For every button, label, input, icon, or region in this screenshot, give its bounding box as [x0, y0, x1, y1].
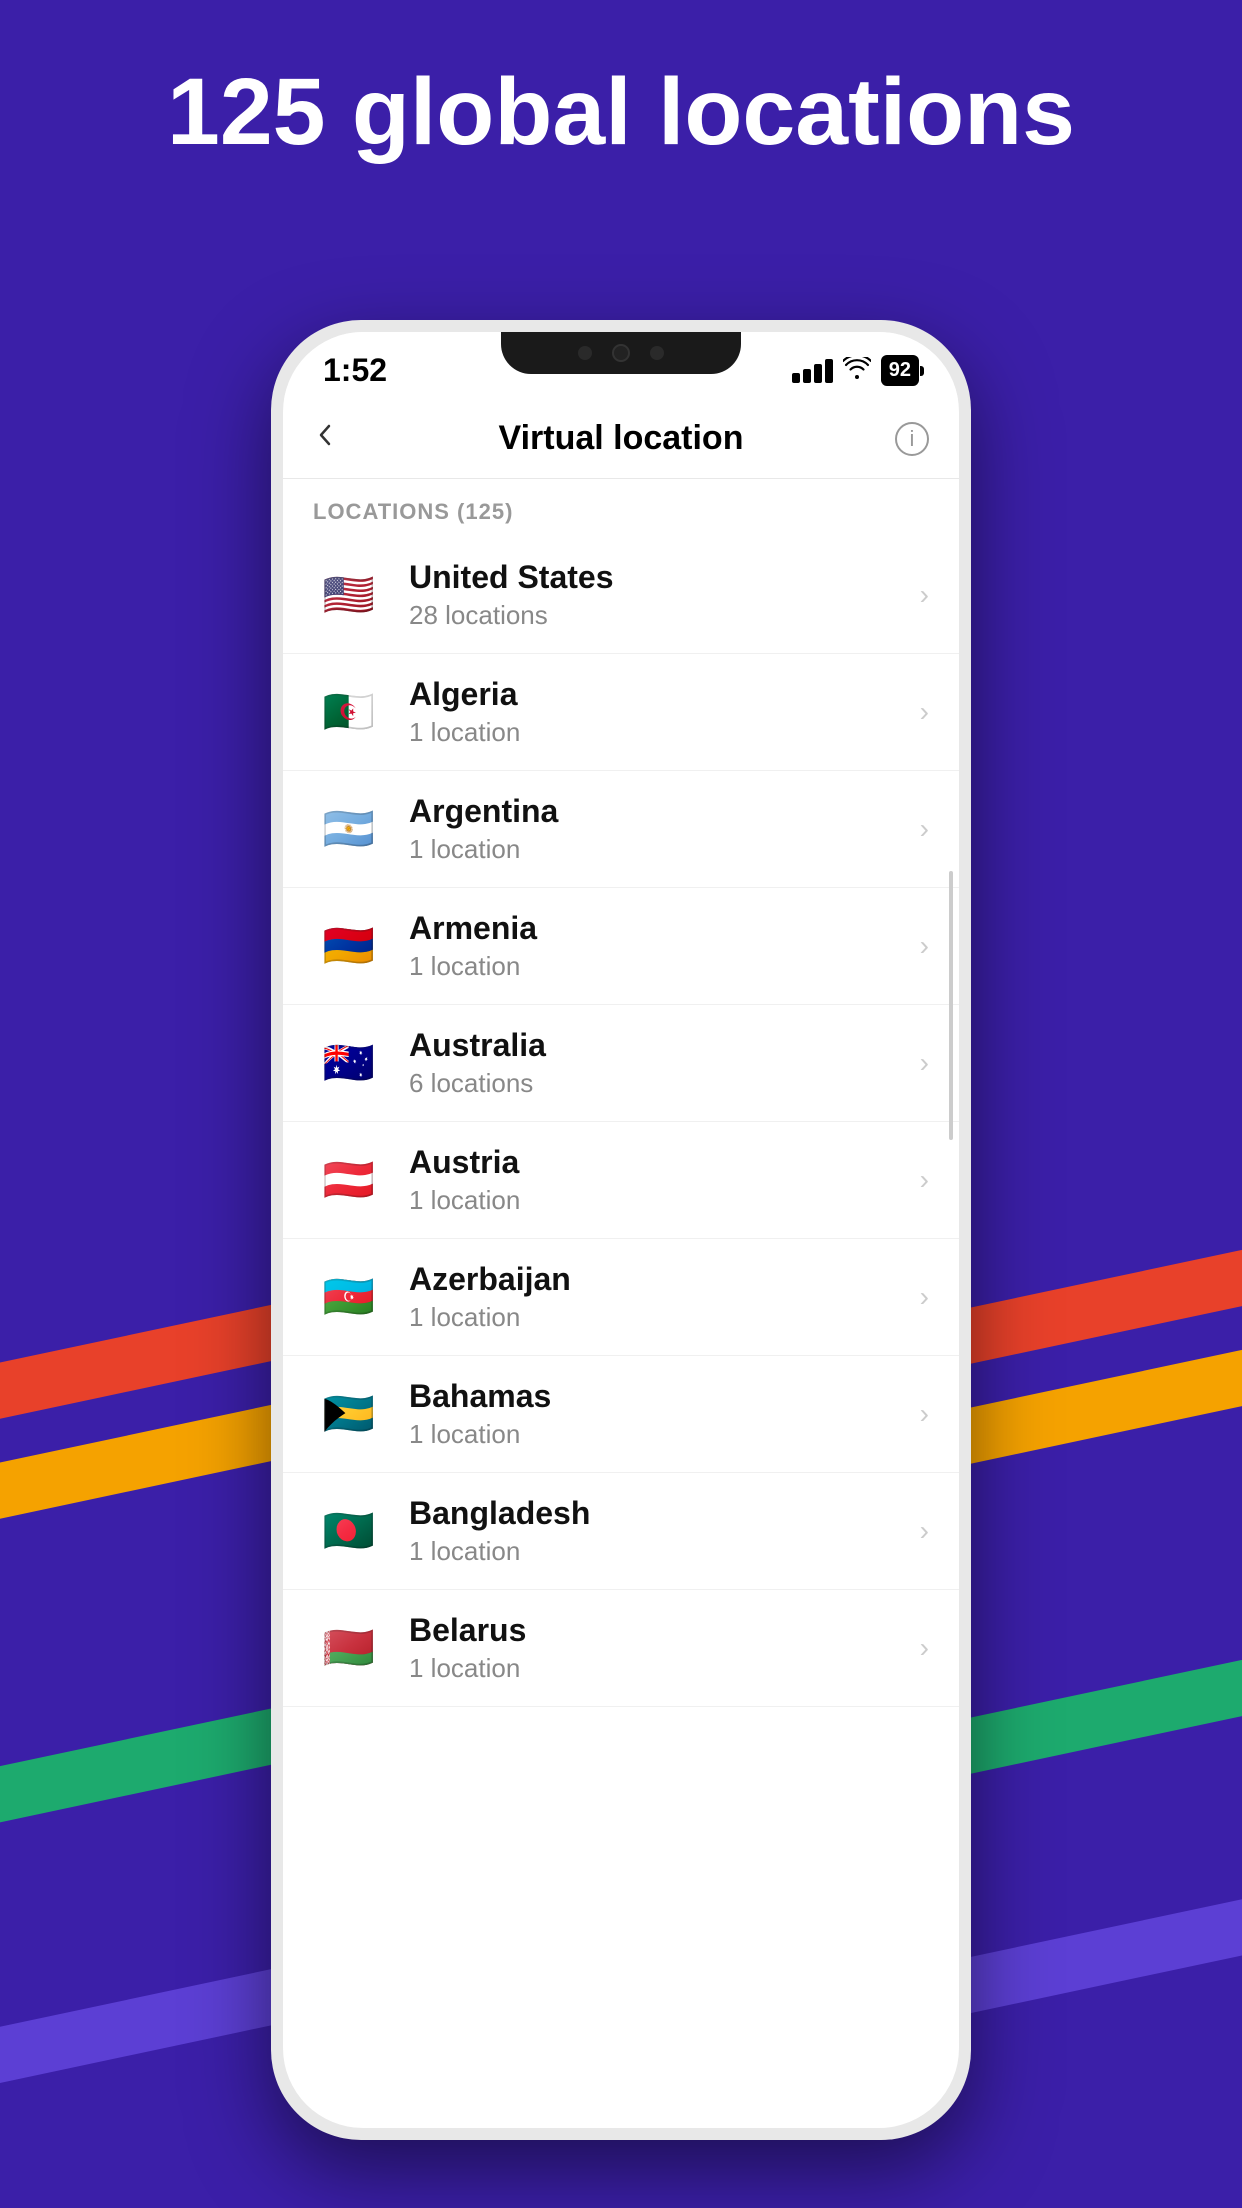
chevron-right-icon: ›: [920, 696, 929, 728]
location-count: 1 location: [409, 1302, 920, 1333]
phone-notch: [501, 332, 741, 374]
list-item[interactable]: 🇧🇸 Bahamas 1 location ›: [283, 1356, 959, 1473]
notch-dot-right: [650, 346, 664, 360]
flag-icon: 🇦🇲: [313, 910, 385, 982]
hero-title: 125 global locations: [0, 60, 1242, 165]
status-time: 1:52: [323, 352, 387, 389]
flag-icon: 🇦🇹: [313, 1144, 385, 1216]
list-item[interactable]: 🇦🇹 Austria 1 location ›: [283, 1122, 959, 1239]
location-name: Belarus: [409, 1612, 920, 1649]
location-count: 1 location: [409, 951, 920, 982]
list-item[interactable]: 🇩🇿 Algeria 1 location ›: [283, 654, 959, 771]
location-name: Austria: [409, 1144, 920, 1181]
section-header: LOCATIONS (125): [283, 479, 959, 537]
location-info: United States 28 locations: [409, 559, 920, 631]
location-info: Azerbaijan 1 location: [409, 1261, 920, 1333]
list-item[interactable]: 🇦🇲 Armenia 1 location ›: [283, 888, 959, 1005]
wifi-icon: [843, 355, 871, 386]
notch-camera: [612, 344, 630, 362]
location-info: Australia 6 locations: [409, 1027, 920, 1099]
location-name: Algeria: [409, 676, 920, 713]
location-info: Algeria 1 location: [409, 676, 920, 748]
app-title: Virtual location: [499, 419, 744, 458]
location-count: 6 locations: [409, 1068, 920, 1099]
location-info: Bangladesh 1 location: [409, 1495, 920, 1567]
location-count: 1 location: [409, 717, 920, 748]
chevron-right-icon: ›: [920, 1281, 929, 1313]
flag-icon: 🇺🇸: [313, 559, 385, 631]
list-item[interactable]: 🇦🇷 Argentina 1 location ›: [283, 771, 959, 888]
chevron-right-icon: ›: [920, 1632, 929, 1664]
status-icons: 92: [792, 355, 919, 386]
location-name: Bangladesh: [409, 1495, 920, 1532]
list-item[interactable]: 🇦🇿 Azerbaijan 1 location ›: [283, 1239, 959, 1356]
flag-icon: 🇦🇺: [313, 1027, 385, 1099]
notch-dot-left: [578, 346, 592, 360]
chevron-right-icon: ›: [920, 1047, 929, 1079]
location-name: Azerbaijan: [409, 1261, 920, 1298]
info-button[interactable]: i: [895, 422, 929, 456]
location-info: Armenia 1 location: [409, 910, 920, 982]
chevron-right-icon: ›: [920, 579, 929, 611]
list-item[interactable]: 🇦🇺 Australia 6 locations ›: [283, 1005, 959, 1122]
location-count: 1 location: [409, 834, 920, 865]
location-info: Austria 1 location: [409, 1144, 920, 1216]
location-name: Armenia: [409, 910, 920, 947]
phone-frame: 1:52 92: [271, 320, 971, 2140]
location-info: Bahamas 1 location: [409, 1378, 920, 1450]
flag-icon: 🇧🇾: [313, 1612, 385, 1684]
chevron-right-icon: ›: [920, 813, 929, 845]
back-button[interactable]: [313, 420, 337, 457]
phone-screen: 1:52 92: [283, 332, 959, 2128]
flag-icon: 🇧🇸: [313, 1378, 385, 1450]
location-name: Argentina: [409, 793, 920, 830]
location-name: United States: [409, 559, 920, 596]
location-count: 28 locations: [409, 600, 920, 631]
location-info: Belarus 1 location: [409, 1612, 920, 1684]
chevron-right-icon: ›: [920, 1398, 929, 1430]
location-list: 🇺🇸 United States 28 locations › 🇩🇿 Alger…: [283, 537, 959, 1707]
location-name: Bahamas: [409, 1378, 920, 1415]
info-icon: i: [910, 426, 915, 452]
flag-icon: 🇩🇿: [313, 676, 385, 748]
location-count: 1 location: [409, 1536, 920, 1567]
location-count: 1 location: [409, 1653, 920, 1684]
flag-icon: 🇧🇩: [313, 1495, 385, 1567]
scroll-indicator: [949, 871, 953, 1140]
location-info: Argentina 1 location: [409, 793, 920, 865]
list-item[interactable]: 🇺🇸 United States 28 locations ›: [283, 537, 959, 654]
flag-icon: 🇦🇷: [313, 793, 385, 865]
location-count: 1 location: [409, 1419, 920, 1450]
flag-icon: 🇦🇿: [313, 1261, 385, 1333]
app-header: Virtual location i: [283, 399, 959, 479]
list-item[interactable]: 🇧🇾 Belarus 1 location ›: [283, 1590, 959, 1707]
battery-icon: 92: [881, 355, 919, 386]
chevron-right-icon: ›: [920, 930, 929, 962]
list-item[interactable]: 🇧🇩 Bangladesh 1 location ›: [283, 1473, 959, 1590]
chevron-right-icon: ›: [920, 1515, 929, 1547]
location-count: 1 location: [409, 1185, 920, 1216]
location-name: Australia: [409, 1027, 920, 1064]
chevron-right-icon: ›: [920, 1164, 929, 1196]
signal-bars-icon: [792, 359, 833, 383]
